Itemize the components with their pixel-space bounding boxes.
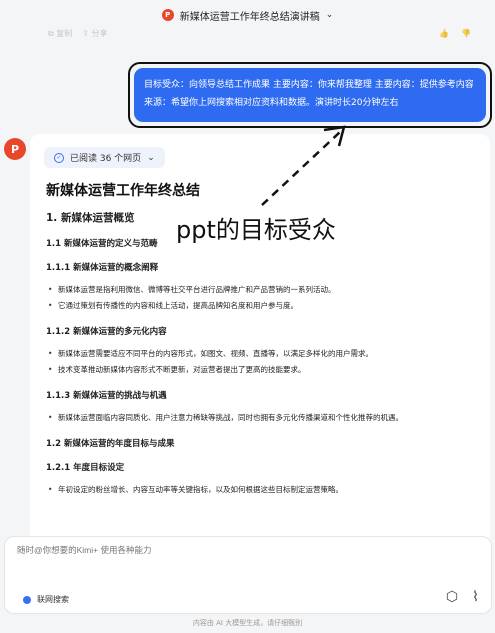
subsubsection-heading: 1.1.3 新媒体运营的挑战与机遇 (46, 391, 167, 401)
subsubsection-heading: 1.1.1 新媒体运营的概念阐释 (46, 263, 159, 273)
list-item: 新媒体运营是指利用微信、微博等社交平台进行品牌推广和产品营销的一系列活动。 (46, 283, 474, 297)
share-label: 分享 (91, 28, 108, 38)
footer-disclaimer: 内容由 AI 大模型生成，请仔细甄别 (192, 619, 303, 627)
conversation-title[interactable]: 新媒体运营工作年终总结演讲稿 (180, 8, 320, 23)
read-pages-chip[interactable]: ✓ 已阅读 36 个网页 ⌄ (44, 147, 165, 168)
web-search-toggle[interactable]: 联网搜索 (23, 594, 69, 605)
document-title: 新媒体运营工作年终总结 (46, 183, 200, 199)
subsubsection-heading: 1.1.2 新媒体运营的多元化内容 (46, 327, 167, 337)
assistant-avatar: P (4, 138, 26, 160)
message-actions: ⧉ 复制 ⇪ 分享 👍 👎 (48, 24, 471, 42)
copy-button[interactable]: ⧉ 复制 (48, 28, 72, 39)
assistant-answer: ✓ 已阅读 36 个网页 ⌄ 新媒体运营工作年终总结 1. 新媒体运营概览 1.… (30, 134, 490, 544)
chat-input[interactable] (17, 545, 317, 555)
challenge-list: 新媒体运营面临内容同质化、用户注意力稀缺等挑战，同时也拥有多元化传播渠道和个性化… (46, 411, 474, 425)
user-message: 目标受众：向领导总结工作成果 主要内容：你来帮我整理 主要内容：提供参考内容来源… (134, 68, 486, 122)
chat-input-box: 联网搜索 ⬡ ⌇ (4, 536, 492, 614)
attachment-icon[interactable]: ⌇ (472, 589, 479, 605)
ppt-icon: P (161, 9, 174, 21)
list-item: 它通过策划有传播性的内容和线上活动，提高品牌知名度和用户参与度。 (46, 299, 474, 313)
chevron-down-icon[interactable]: ⌄ (326, 10, 334, 20)
share-button[interactable]: ⇪ 分享 (82, 28, 107, 39)
thumbs-up-icon[interactable]: 👍 (439, 29, 449, 38)
list-item: 技术变革推动新媒体内容形式不断更新，对运营者提出了更高的技能要求。 (46, 363, 474, 377)
subsubsection-heading: 1.2.1 年度目标设定 (46, 463, 125, 473)
thumbs-down-icon[interactable]: 👎 (461, 29, 471, 38)
toggle-dot-icon (23, 595, 31, 604)
annotation-label: ppt的目标受众 (176, 216, 336, 244)
diversity-list: 新媒体运营需要适应不同平台的内容形式，如图文、视频、直播等，以满足多样化的用户需… (46, 347, 474, 377)
web-search-label: 联网搜索 (37, 595, 69, 604)
cube-icon[interactable]: ⬡ (446, 589, 458, 605)
subsection-heading: 1.2 新媒体运营的年度目标与成果 (46, 439, 175, 449)
chevron-down-icon: ⌄ (147, 152, 155, 163)
list-item: 新媒体运营需要适应不同平台的内容形式，如图文、视频、直播等，以满足多样化的用户需… (46, 347, 474, 361)
copy-label: 复制 (56, 28, 73, 38)
check-icon: ✓ (54, 152, 64, 163)
input-tools: ⬡ ⌇ (446, 589, 479, 605)
annual-list: 年初设定的粉丝增长、内容互动率等关键指标，以及如何根据这些目标制定运营策略。 (46, 483, 474, 497)
list-item: 新媒体运营面临内容同质化、用户注意力稀缺等挑战，同时也拥有多元化传播渠道和个性化… (46, 411, 474, 425)
concept-list: 新媒体运营是指利用微信、微博等社交平台进行品牌推广和产品营销的一系列活动。 它通… (46, 283, 474, 313)
read-pages-label: 已阅读 36 个网页 (70, 154, 142, 164)
user-message-highlight: 目标受众：向领导总结工作成果 主要内容：你来帮我整理 主要内容：提供参考内容来源… (128, 62, 492, 128)
list-item: 年初设定的粉丝增长、内容互动率等关键指标，以及如何根据这些目标制定运营策略。 (46, 483, 474, 497)
